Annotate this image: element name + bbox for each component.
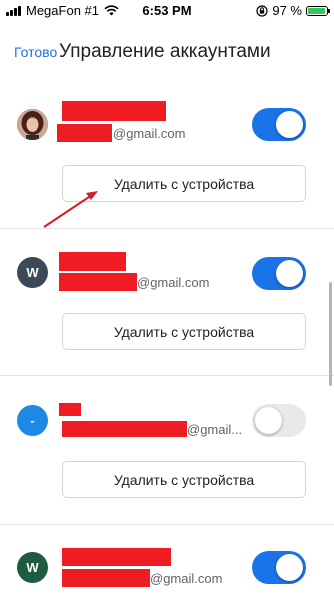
avatar[interactable]: W	[17, 552, 48, 583]
avatar[interactable]: -	[17, 405, 48, 436]
remove-from-device-button[interactable]: Удалить с устройства	[62, 313, 306, 350]
divider	[0, 524, 334, 525]
email-suffix: @gmail...	[187, 422, 243, 437]
avatar[interactable]: W	[17, 257, 48, 288]
redacted-name	[59, 252, 126, 271]
divider	[0, 375, 334, 376]
redacted-name	[59, 403, 81, 416]
sync-toggle[interactable]	[252, 551, 306, 584]
redacted-email	[62, 421, 187, 437]
redacted-name	[62, 548, 171, 566]
email-suffix: @gmail.com	[137, 275, 210, 290]
email-suffix: @gmail.com	[150, 571, 223, 586]
remove-from-device-button[interactable]: Удалить с устройства	[62, 461, 306, 498]
redacted-email	[59, 273, 137, 291]
sync-toggle[interactable]	[252, 257, 306, 290]
annotation-arrow-icon	[43, 191, 98, 228]
redacted-email	[62, 569, 150, 587]
sync-toggle[interactable]	[252, 404, 306, 437]
scrollbar[interactable]	[329, 282, 332, 386]
divider	[0, 228, 334, 229]
